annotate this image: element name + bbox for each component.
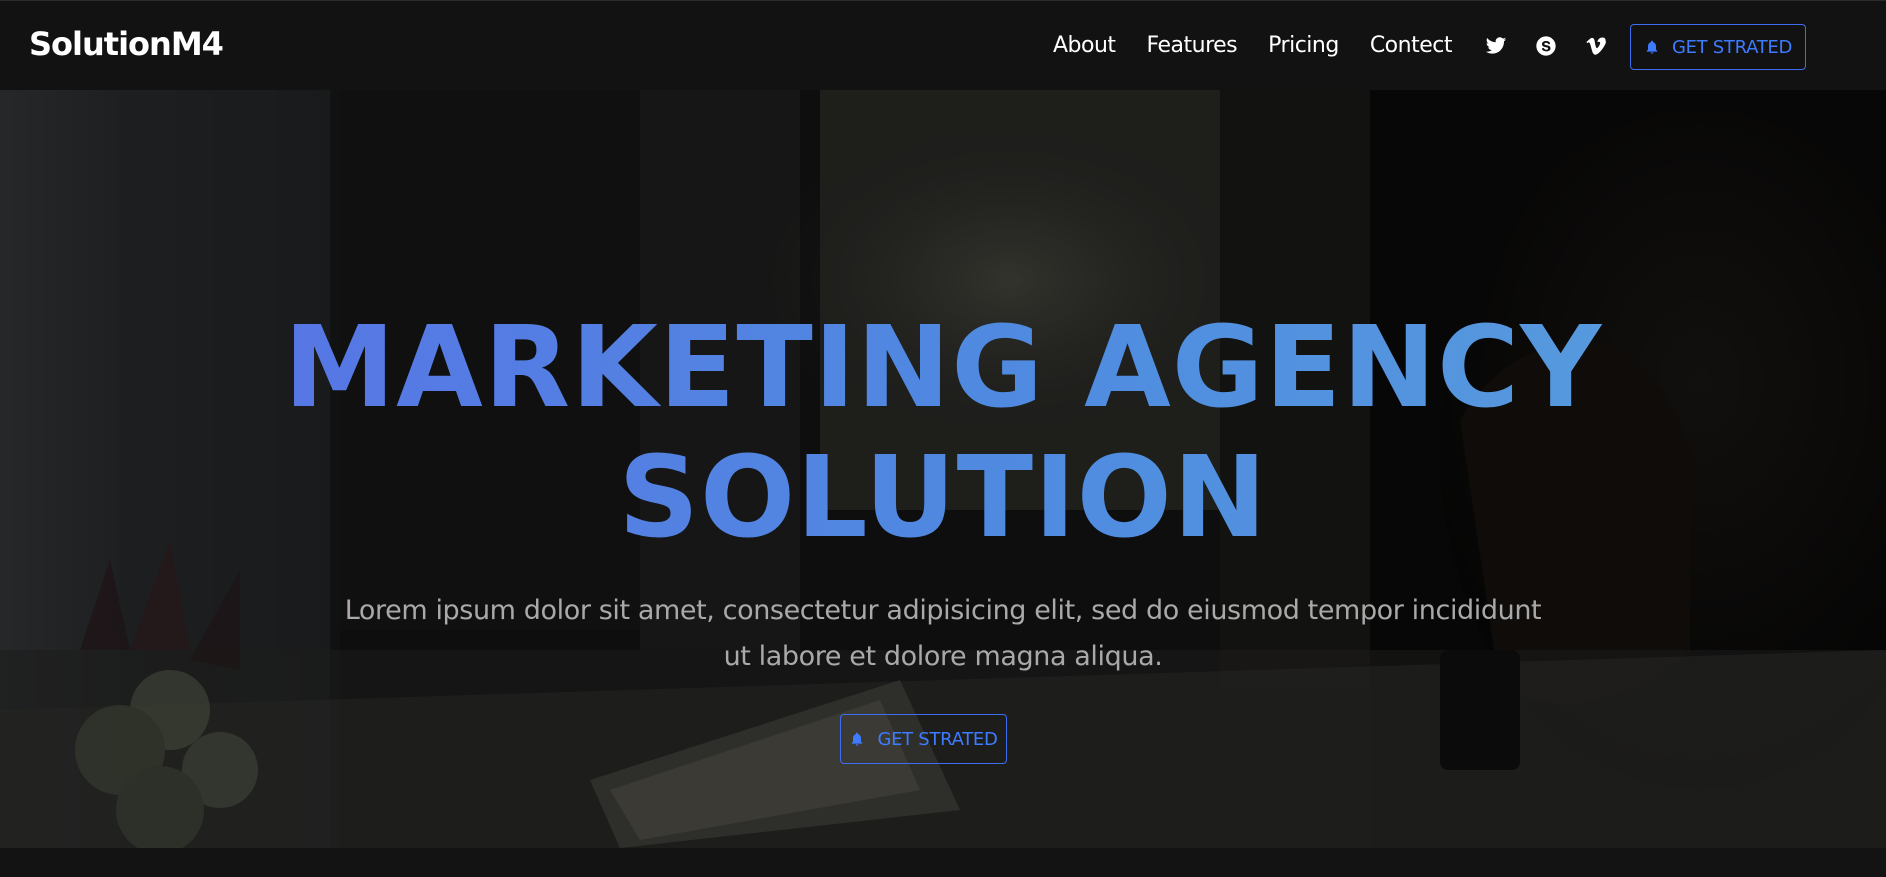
- twitter-icon[interactable]: [1483, 33, 1509, 59]
- next-section-edge: [0, 848, 1886, 877]
- hero-get-started-label: GET STRATED: [877, 728, 998, 750]
- nav-link-about[interactable]: About: [1053, 31, 1116, 61]
- hero-get-started-button[interactable]: GET STRATED: [840, 714, 1007, 764]
- social-links: [1483, 33, 1633, 59]
- nav-link-contect[interactable]: Contect: [1370, 31, 1453, 61]
- bell-icon: [849, 731, 865, 747]
- hero-subtitle: Lorem ipsum dolor sit amet, consectetur …: [344, 595, 1542, 672]
- hero-title: MARKETING AGENCY SOLUTION: [0, 303, 1886, 563]
- brand-logo[interactable]: SolutionM4: [29, 25, 224, 63]
- hero-section: MARKETING AGENCY SOLUTION Lorem ipsum do…: [0, 90, 1886, 848]
- hero-title-line-2: SOLUTION: [618, 433, 1268, 563]
- nav-get-started-label: GET STRATED: [1671, 36, 1793, 58]
- navbar: SolutionM4 About Features Pricing Contec…: [0, 0, 1886, 90]
- nav-link-pricing[interactable]: Pricing: [1268, 31, 1339, 61]
- nav-menu: About Features Pricing Contect: [1053, 31, 1633, 61]
- nav-link-features[interactable]: Features: [1147, 31, 1238, 61]
- skype-icon[interactable]: [1533, 33, 1559, 59]
- nav-get-started-button[interactable]: GET STRATED: [1630, 24, 1806, 70]
- bell-icon: [1644, 39, 1660, 55]
- hero-title-line-1: MARKETING AGENCY: [283, 303, 1603, 433]
- vimeo-icon[interactable]: [1583, 33, 1609, 59]
